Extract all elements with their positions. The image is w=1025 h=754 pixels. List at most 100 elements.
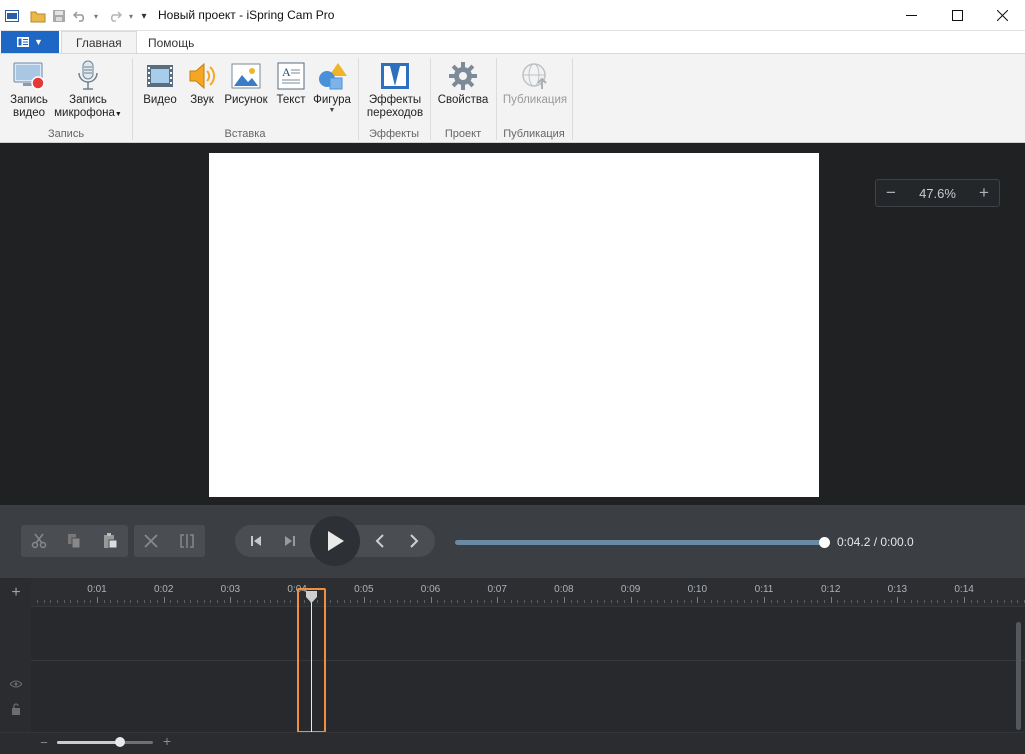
- unlock-icon[interactable]: [10, 702, 22, 716]
- timeline-minor-tick: [511, 600, 512, 603]
- eye-icon[interactable]: [9, 678, 23, 690]
- timeline-minor-tick: [57, 600, 58, 603]
- timeline-minor-tick: [384, 600, 385, 603]
- timeline-minor-tick: [84, 600, 85, 603]
- timeline-tick-label: 0:09: [620, 584, 641, 595]
- timeline-major-tick: [164, 597, 165, 603]
- timeline-major-tick: [230, 597, 231, 603]
- timeline-minor-tick: [597, 600, 598, 603]
- timeline-track-header: [0, 578, 31, 754]
- timeline-minor-tick: [864, 600, 865, 603]
- undo-dropdown-icon[interactable]: ▾: [92, 7, 100, 25]
- insert-text-button[interactable]: A Текст: [274, 60, 308, 107]
- timeline-minor-tick: [330, 600, 331, 603]
- timeline-minor-tick: [637, 600, 638, 603]
- record-video-button[interactable]: Запись видео: [8, 60, 50, 120]
- maximize-button[interactable]: [934, 0, 980, 31]
- redo-icon[interactable]: [107, 7, 123, 25]
- record-microphone-button[interactable]: Запись микрофона▼: [52, 60, 124, 121]
- timeline-minor-tick: [551, 600, 552, 603]
- transition-effects-button[interactable]: Эффекты переходов: [364, 60, 426, 120]
- add-track-button[interactable]: +: [8, 584, 24, 601]
- time-display: 0:04.2 / 0:00.0: [837, 535, 914, 549]
- playback-progress-bar[interactable]: [455, 540, 825, 545]
- play-button[interactable]: [310, 516, 360, 566]
- timeline-zoom-in-button[interactable]: +: [161, 733, 173, 749]
- timeline-ruler[interactable]: 0:01 0:02 0:03 0:04 0:05 0:06 0:07 0:08 0:09 0:10…: [31, 578, 1025, 606]
- cut-icon[interactable]: [22, 525, 56, 557]
- minimize-button[interactable]: [888, 0, 934, 31]
- tab-home[interactable]: Главная: [61, 31, 137, 54]
- delete-icon[interactable]: [134, 525, 168, 557]
- insert-shape-button[interactable]: Фигура ▼: [312, 60, 352, 115]
- undo-icon[interactable]: [72, 7, 88, 25]
- play-icon: [328, 531, 344, 551]
- redo-dropdown-icon[interactable]: ▾: [127, 7, 135, 25]
- timeline-zoom-out-button[interactable]: −: [38, 735, 50, 750]
- shapes-icon: [315, 60, 349, 92]
- previous-frame-icon[interactable]: [363, 525, 397, 557]
- playhead-handle[interactable]: [305, 591, 318, 603]
- timeline-minor-tick: [137, 600, 138, 603]
- timeline-minor-tick: [684, 600, 685, 603]
- timeline-minor-tick: [144, 600, 145, 603]
- customize-toolbar-icon[interactable]: ▾: [139, 7, 149, 25]
- track-divider: [31, 606, 1025, 607]
- timeline-minor-tick: [744, 600, 745, 603]
- timeline-minor-tick: [104, 600, 105, 603]
- zoom-in-button[interactable]: +: [977, 183, 991, 203]
- insert-picture-button[interactable]: Рисунок: [223, 60, 269, 107]
- timeline-minor-tick: [857, 600, 858, 603]
- timeline-minor-tick: [370, 600, 371, 603]
- open-folder-icon[interactable]: [29, 7, 47, 25]
- go-to-start-icon[interactable]: [239, 525, 273, 557]
- timeline-zoom-slider-handle[interactable]: [115, 737, 125, 747]
- timeline-minor-tick: [977, 600, 978, 603]
- properties-button[interactable]: Свойства: [437, 60, 489, 107]
- preview-stage: − 47.6% +: [0, 143, 1025, 505]
- paste-icon[interactable]: [93, 525, 127, 557]
- close-button[interactable]: [979, 0, 1025, 31]
- timeline-minor-tick: [704, 600, 705, 603]
- timeline-minor-tick: [731, 600, 732, 603]
- timeline-tick-label: 0:03: [220, 584, 241, 595]
- timeline-minor-tick: [837, 600, 838, 603]
- playhead-line[interactable]: [311, 597, 312, 732]
- timeline-minor-tick: [604, 600, 605, 603]
- next-frame-icon[interactable]: [397, 525, 431, 557]
- timeline-minor-tick: [1011, 600, 1012, 603]
- ribbon-tabs: ▼ Главная Помощь: [0, 31, 1025, 54]
- timeline-minor-tick: [124, 600, 125, 603]
- timeline-minor-tick: [871, 600, 872, 603]
- slide-canvas[interactable]: [209, 153, 819, 497]
- timeline-minor-tick: [1017, 600, 1018, 603]
- clip-toolbar: [134, 525, 205, 557]
- timeline-minor-tick: [277, 600, 278, 603]
- zoom-out-button[interactable]: −: [884, 183, 898, 203]
- split-icon[interactable]: [170, 525, 204, 557]
- timeline-minor-tick: [577, 600, 578, 603]
- file-menu-button[interactable]: ▼: [1, 31, 59, 53]
- insert-sound-button[interactable]: Звук: [184, 60, 220, 107]
- timeline-minor-tick: [844, 600, 845, 603]
- timeline-minor-tick: [971, 600, 972, 603]
- timeline-minor-tick: [877, 600, 878, 603]
- tab-help[interactable]: Помощь: [134, 31, 208, 54]
- timeline-minor-tick: [417, 600, 418, 603]
- timeline-minor-tick: [177, 600, 178, 603]
- insert-video-button[interactable]: Видео: [140, 60, 180, 107]
- timeline-minor-tick: [424, 600, 425, 603]
- go-to-end-icon[interactable]: [273, 525, 307, 557]
- timeline-minor-tick: [984, 600, 985, 603]
- playback-progress-handle[interactable]: [819, 537, 830, 548]
- timeline-major-tick: [564, 597, 565, 603]
- timeline-minor-tick: [344, 600, 345, 603]
- save-icon[interactable]: [51, 7, 67, 25]
- timeline-minor-tick: [77, 600, 78, 603]
- timeline-vertical-scrollbar[interactable]: [1016, 622, 1021, 730]
- app-menu-icon[interactable]: [4, 7, 20, 25]
- publish-button[interactable]: Публикация: [501, 60, 569, 107]
- timeline-tick-label: 0:10: [687, 584, 708, 595]
- speaker-icon: [185, 60, 219, 92]
- copy-icon[interactable]: [57, 525, 91, 557]
